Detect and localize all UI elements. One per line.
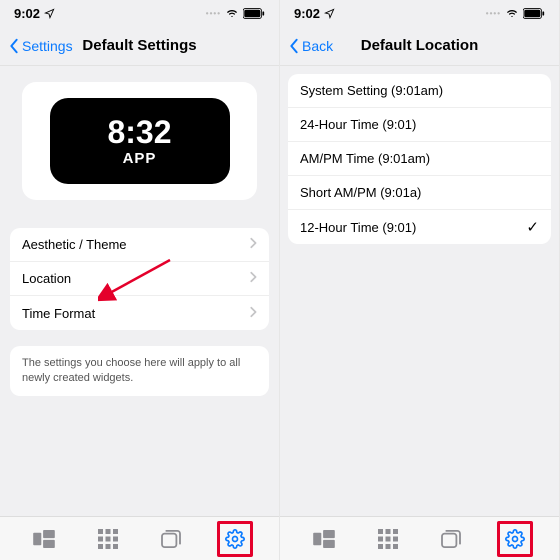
tab-widgets[interactable] <box>306 521 342 557</box>
panels-icon <box>313 530 335 548</box>
card-icon <box>441 530 461 548</box>
content: 8:32 APP Aesthetic / Theme Location Time… <box>0 66 279 516</box>
chevron-right-icon <box>249 306 257 321</box>
chevron-right-icon <box>249 271 257 286</box>
option-short-ampm[interactable]: Short AM/PM (9:01a) <box>288 176 551 210</box>
option-ampm[interactable]: AM/PM Time (9:01am) <box>288 142 551 176</box>
wifi-icon <box>225 8 239 19</box>
row-label: Location <box>22 271 71 286</box>
widget-preview-card: 8:32 APP <box>22 82 257 200</box>
screen-time-format: 9:02 •••• Back Default Location System S… <box>280 0 560 560</box>
row-aesthetic[interactable]: Aesthetic / Theme <box>10 228 269 262</box>
back-button[interactable]: Back <box>288 38 333 54</box>
widget-preview: 8:32 APP <box>50 98 230 184</box>
widget-time: 8:32 <box>107 116 171 148</box>
card-icon <box>161 530 181 548</box>
status-bar: 9:02 •••• <box>0 0 279 26</box>
back-label: Settings <box>22 38 73 54</box>
settings-group: Aesthetic / Theme Location Time Format <box>10 228 269 330</box>
option-12-hour[interactable]: 12-Hour Time (9:01) ✓ <box>288 210 551 244</box>
back-button[interactable]: Settings <box>8 38 73 54</box>
screen-default-settings: 9:02 •••• Settings Default Settings 8:32… <box>0 0 280 560</box>
battery-icon <box>523 8 545 19</box>
location-arrow-icon <box>44 8 55 19</box>
checkmark-icon: ✓ <box>526 218 539 236</box>
row-label: Aesthetic / Theme <box>22 237 127 252</box>
chevron-left-icon <box>8 38 20 54</box>
gear-icon <box>505 529 525 549</box>
chevron-right-icon <box>249 237 257 252</box>
option-label: AM/PM Time (9:01am) <box>300 151 430 166</box>
tab-bar <box>0 516 279 560</box>
back-label: Back <box>302 38 333 54</box>
status-bar: 9:02 •••• <box>280 0 559 26</box>
option-system-setting[interactable]: System Setting (9:01am) <box>288 74 551 108</box>
option-label: 24-Hour Time (9:01) <box>300 117 416 132</box>
option-label: System Setting (9:01am) <box>300 83 443 98</box>
battery-icon <box>243 8 265 19</box>
widget-subtitle: APP <box>123 150 157 167</box>
dots-icon: •••• <box>486 9 501 18</box>
options-group: System Setting (9:01am) 24-Hour Time (9:… <box>288 74 551 244</box>
row-label: Time Format <box>22 306 95 321</box>
grid-icon <box>378 529 398 549</box>
gear-icon <box>225 529 245 549</box>
option-label: Short AM/PM (9:01a) <box>300 185 421 200</box>
page-title: Default Location <box>361 37 479 54</box>
content: System Setting (9:01am) 24-Hour Time (9:… <box>280 66 559 516</box>
tab-grid[interactable] <box>370 521 406 557</box>
status-time: 9:02 <box>294 6 320 21</box>
tab-settings[interactable] <box>217 521 253 557</box>
option-24-hour[interactable]: 24-Hour Time (9:01) <box>288 108 551 142</box>
status-time: 9:02 <box>14 6 40 21</box>
tab-card[interactable] <box>433 521 469 557</box>
tab-bar <box>280 516 559 560</box>
option-label: 12-Hour Time (9:01) <box>300 220 416 235</box>
nav-bar: Settings Default Settings <box>0 26 279 66</box>
dots-icon: •••• <box>206 9 221 18</box>
tab-settings[interactable] <box>497 521 533 557</box>
panels-icon <box>33 530 55 548</box>
tab-widgets[interactable] <box>26 521 62 557</box>
row-location[interactable]: Location <box>10 262 269 296</box>
footer-note: The settings you choose here will apply … <box>10 346 269 396</box>
location-arrow-icon <box>324 8 335 19</box>
grid-icon <box>98 529 118 549</box>
page-title: Default Settings <box>82 37 196 54</box>
chevron-left-icon <box>288 38 300 54</box>
row-time-format[interactable]: Time Format <box>10 296 269 330</box>
wifi-icon <box>505 8 519 19</box>
nav-bar: Back Default Location <box>280 26 559 66</box>
tab-grid[interactable] <box>90 521 126 557</box>
tab-card[interactable] <box>153 521 189 557</box>
